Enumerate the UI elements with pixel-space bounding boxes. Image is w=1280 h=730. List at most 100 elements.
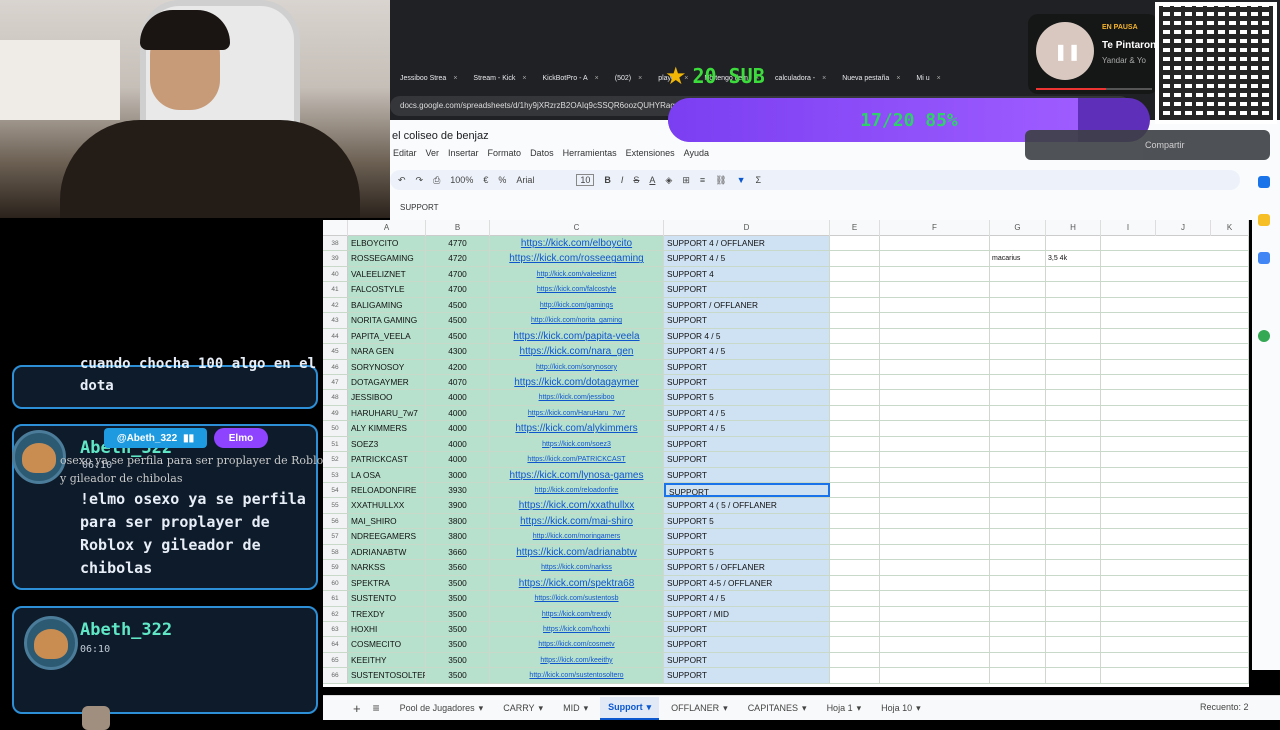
close-tab-icon[interactable]: × [896,75,900,82]
cell-empty[interactable] [830,591,880,606]
bold-icon[interactable]: B [604,175,611,185]
cell-link[interactable]: http://kick.com/gamings [490,297,664,313]
cell-empty[interactable] [830,621,880,637]
cell-mmr[interactable]: 3560 [426,560,490,575]
cell-link[interactable]: https://kick.com/papita-veela [490,328,664,344]
cell-role[interactable]: SUPPORT 4 / 5 [664,421,830,436]
cell-name[interactable]: NARA GEN [348,344,426,359]
cell-link[interactable]: http://kick.com/moringamers [490,529,664,544]
menu-item[interactable]: Ver [426,148,440,158]
cell-name[interactable]: MAI_SHIRO [348,513,426,529]
cell-empty[interactable] [880,544,990,560]
cell-name[interactable]: PATRICKCAST [348,452,426,467]
cell-note[interactable] [1046,513,1101,529]
cell-empty[interactable] [830,344,880,359]
cell-note[interactable] [990,313,1046,328]
cell-link[interactable]: https://kick.com/soez3 [490,436,664,452]
row-number[interactable]: 48 [323,390,348,405]
cell-note[interactable] [990,483,1046,498]
cell-note[interactable] [990,544,1046,560]
cell-name[interactable]: ALY KIMMERS [348,421,426,436]
cell-note[interactable] [1046,390,1101,405]
cell-link[interactable]: https://kick.com/adrianabtw [490,544,664,560]
cell-role[interactable]: SUPPORT [664,668,830,683]
cell-empty[interactable] [1101,297,1249,313]
print-icon[interactable]: ⎙ [433,175,440,186]
cell-note[interactable] [1046,560,1101,575]
cell-empty[interactable] [880,282,990,297]
cell-empty[interactable] [1101,483,1249,498]
cell-role[interactable]: SUPPORT 4 [664,266,830,282]
row-number[interactable]: 56 [323,513,348,529]
cell-empty[interactable] [830,266,880,282]
cell-link[interactable]: https://kick.com/cosmetv [490,637,664,652]
cell-note[interactable] [990,421,1046,436]
cell-mmr[interactable]: 3500 [426,621,490,637]
column-header[interactable]: H [1046,220,1101,236]
cell-role[interactable]: SUPPORT / OFFLANER [664,297,830,313]
cell-mmr[interactable]: 3500 [426,575,490,591]
cell-empty[interactable] [1101,436,1249,452]
cell-role[interactable]: SUPPORT [664,282,830,297]
cell-empty[interactable] [880,498,990,513]
column-header[interactable]: G [990,220,1046,236]
cell-empty[interactable] [830,236,880,251]
cell-name[interactable]: ROSSEGAMING [348,251,426,266]
cell-mmr[interactable]: 4720 [426,251,490,266]
row-number[interactable]: 59 [323,560,348,575]
menu-item[interactable]: Extensiones [626,148,675,158]
cell-note[interactable] [990,637,1046,652]
close-tab-icon[interactable]: × [522,75,526,82]
cell-empty[interactable] [1101,359,1249,374]
cell-mmr[interactable]: 3500 [426,606,490,621]
cell-note[interactable] [1046,544,1101,560]
cell-mmr[interactable]: 3660 [426,544,490,560]
cell-link[interactable]: https://kick.com/rosseegaming [490,251,664,266]
cell-link[interactable]: http://kick.com/valeeliznet [490,266,664,282]
cell-empty[interactable] [880,236,990,251]
cell-note[interactable] [990,621,1046,637]
cell-role[interactable]: SUPPORT [664,452,830,467]
redo-icon[interactable]: ↷ [416,175,424,186]
cell-note[interactable] [1046,297,1101,313]
cell-mmr[interactable]: 3800 [426,529,490,544]
cell-name[interactable]: NDREEGAMERS [348,529,426,544]
row-number[interactable]: 46 [323,359,348,374]
cell-note[interactable] [1046,359,1101,374]
cell-mmr[interactable]: 4000 [426,421,490,436]
cell-link[interactable]: https://kick.com/PATRICKCAST [490,452,664,467]
cell-link[interactable]: https://kick.com/xxathullxx [490,498,664,513]
cell-name[interactable]: ADRIANABTW [348,544,426,560]
cell-name[interactable]: NARKSS [348,560,426,575]
cell-mmr[interactable]: 4770 [426,236,490,251]
row-number[interactable]: 43 [323,313,348,328]
tasks-icon[interactable] [1258,252,1270,264]
cell-link[interactable]: http://kick.com/norita_gaming [490,313,664,328]
cell-role[interactable]: SUPPORT [664,529,830,544]
row-number[interactable]: 64 [323,637,348,652]
cell-empty[interactable] [880,560,990,575]
undo-icon[interactable]: ↶ [398,175,406,186]
cell-note[interactable]: 3,5 4k [1046,251,1101,266]
cell-empty[interactable] [1101,313,1249,328]
cell-empty[interactable] [1101,405,1249,421]
cell-link[interactable]: http://kick.com/sorynosory [490,359,664,374]
cell-empty[interactable] [880,483,990,498]
cell-empty[interactable] [1101,575,1249,591]
cell-empty[interactable] [880,328,990,344]
cell-role[interactable]: SUPPORT [664,652,830,668]
cell-link[interactable]: https://kick.com/alykimmers [490,421,664,436]
cell-mmr[interactable]: 4500 [426,313,490,328]
cell-link[interactable]: https://kick.com/nara_gen [490,344,664,359]
cell-empty[interactable] [830,405,880,421]
keep-icon[interactable] [1258,214,1270,226]
cell-note[interactable] [990,513,1046,529]
sheet-tab[interactable]: CARRY ▾ [495,698,551,719]
share-button[interactable]: Compartir [1025,130,1270,160]
cell-empty[interactable] [1101,498,1249,513]
browser-tab[interactable]: Stream - Kick × [467,73,532,84]
cell-role[interactable]: SUPPORT [664,436,830,452]
row-number[interactable]: 55 [323,498,348,513]
cell-name[interactable]: ELBOYCITO [348,236,426,251]
cell-note[interactable] [990,560,1046,575]
